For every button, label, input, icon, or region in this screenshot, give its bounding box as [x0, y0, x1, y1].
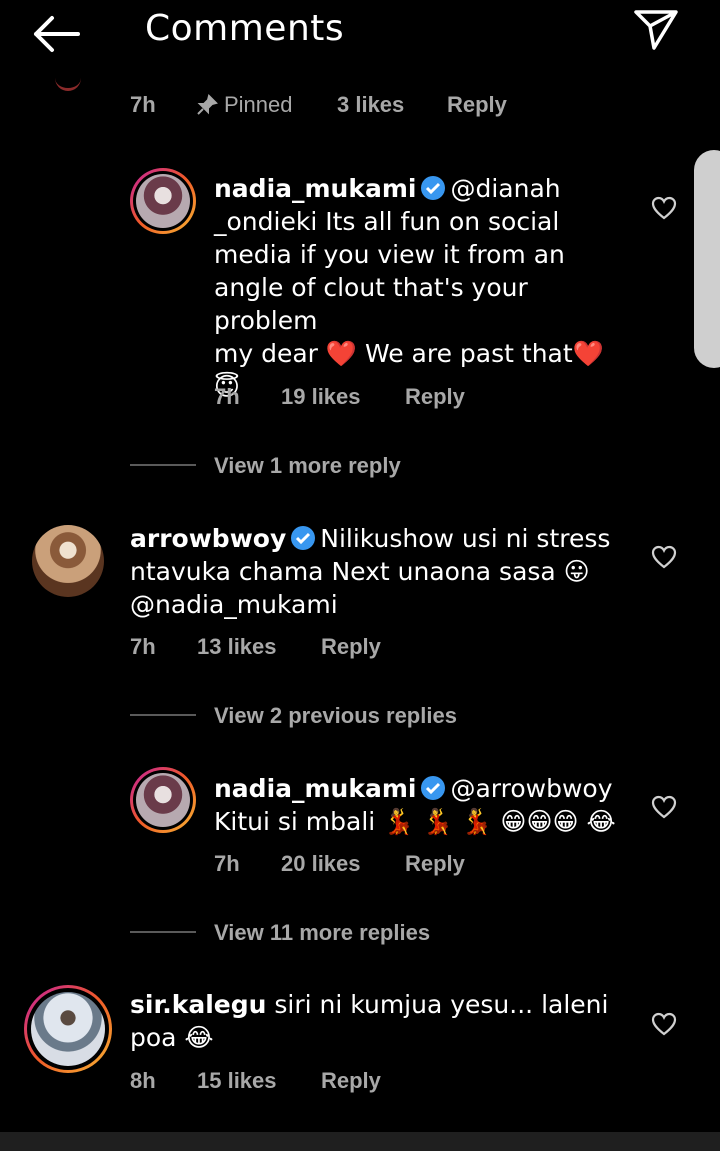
comment-time: 7h — [214, 384, 240, 409]
comment-text: media if you view it from an — [214, 240, 565, 269]
comment-text: _ondieki Its all fun on social — [214, 207, 560, 236]
page-title: Comments — [145, 8, 345, 49]
comment-text: Nilikushow usi ni stress — [320, 524, 611, 553]
verified-badge-icon — [291, 526, 316, 550]
heart-outline-icon[interactable] — [651, 545, 677, 569]
mention-link[interactable]: @arrowbwoy — [450, 774, 612, 803]
comment-time: 7h — [130, 634, 156, 659]
thread-divider — [130, 464, 196, 466]
reply-button[interactable]: Reply — [321, 1068, 381, 1094]
likes-count[interactable]: 19 likes — [281, 384, 361, 410]
send-icon[interactable] — [632, 8, 680, 52]
reply-button[interactable]: Reply — [447, 92, 507, 118]
pinned-label: Pinned — [224, 92, 293, 117]
view-more-replies[interactable]: View 11 more replies — [214, 920, 430, 946]
comment-time: 7h — [130, 92, 156, 117]
likes-count[interactable]: 3 likes — [337, 92, 404, 118]
avatar[interactable] — [24, 985, 112, 1073]
comment-username[interactable]: nadia_mukami — [214, 774, 416, 803]
reply-button[interactable]: Reply — [405, 851, 465, 877]
likes-count[interactable]: 13 likes — [197, 634, 277, 660]
comment-text: ntavuka chama Next unaona sasa 😛 — [130, 557, 590, 586]
avatar[interactable] — [32, 525, 104, 597]
pin-icon — [197, 94, 218, 115]
comment-text: @dianah — [450, 174, 561, 203]
avatar[interactable] — [130, 168, 196, 234]
scrollbar[interactable] — [694, 150, 720, 368]
avatar-partial — [55, 78, 81, 91]
comment-text: Kitui si mbali 💃 💃 💃 😁😁😁 😂 — [214, 807, 616, 836]
comment-time: 8h — [130, 1068, 156, 1093]
comment-text: angle of clout that's your problem — [214, 273, 528, 335]
comment-time: 7h — [214, 851, 240, 876]
comment-username[interactable]: arrowbwoy — [130, 524, 286, 553]
thread-divider — [130, 714, 196, 716]
view-previous-replies[interactable]: View 2 previous replies — [214, 703, 457, 729]
mention-link[interactable]: @nadia_mukami — [130, 590, 338, 619]
verified-badge-icon — [421, 776, 446, 800]
heart-outline-icon[interactable] — [651, 795, 677, 819]
heart-outline-icon[interactable] — [651, 196, 677, 220]
likes-count[interactable]: 15 likes — [197, 1068, 277, 1094]
comment-text: my dear ❤️ We are past that❤️ — [214, 339, 604, 368]
comment-text: poa 😂 — [130, 1023, 214, 1052]
likes-count[interactable]: 20 likes — [281, 851, 361, 877]
thread-divider — [130, 931, 196, 933]
avatar[interactable] — [130, 767, 196, 833]
reply-button[interactable]: Reply — [405, 384, 465, 410]
verified-badge-icon — [421, 176, 446, 200]
heart-outline-icon[interactable] — [651, 1012, 677, 1036]
back-arrow-icon[interactable] — [30, 14, 82, 54]
comment-text: siri ni kumjua yesu... laleni — [274, 990, 609, 1019]
view-more-replies[interactable]: View 1 more reply — [214, 453, 401, 479]
comment-username[interactable]: sir.kalegu — [130, 990, 266, 1019]
comment-input-bar[interactable] — [0, 1132, 720, 1151]
reply-button[interactable]: Reply — [321, 634, 381, 660]
comment-username[interactable]: nadia_mukami — [214, 174, 416, 203]
